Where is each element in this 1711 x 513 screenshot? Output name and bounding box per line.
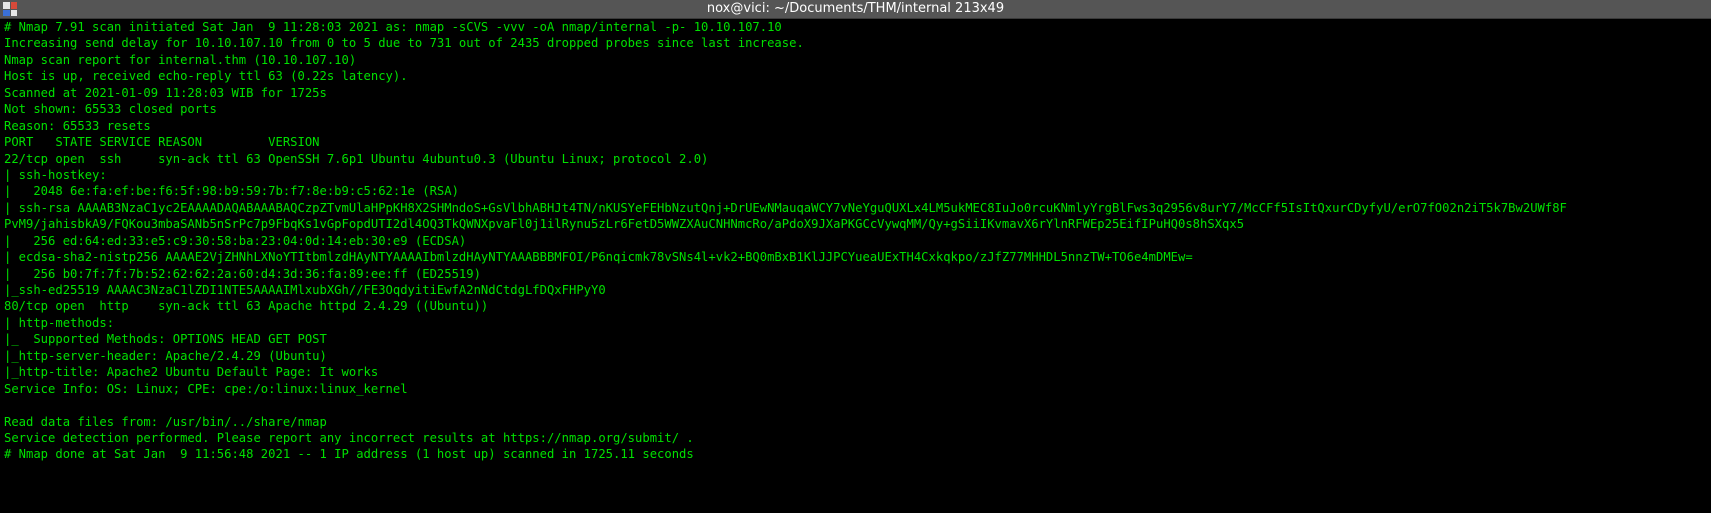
terminal-line: Increasing send delay for 10.10.107.10 f… — [4, 36, 804, 51]
terminal-line: 80/tcp open http syn-ack ttl 63 Apache h… — [4, 299, 489, 314]
terminal-app-icon[interactable] — [3, 2, 17, 16]
terminal-line: PORT STATE SERVICE REASON VERSION — [4, 135, 320, 150]
terminal-line: | 256 b0:7f:7f:7b:52:62:62:2a:60:d4:3d:3… — [4, 266, 481, 281]
terminal-line: Read data files from: /usr/bin/../share/… — [4, 414, 327, 429]
title-bar[interactable]: nox@vici: ~/Documents/THM/internal 213x4… — [0, 0, 1711, 19]
terminal-line: |_ssh-ed25519 AAAAC3NzaC1lZDI1NTE5AAAAIM… — [4, 283, 606, 297]
terminal-line: | ecdsa-sha2-nistp256 AAAAE2VjZHNhLXNoYT… — [4, 250, 1193, 265]
terminal-line: Service detection performed. Please repo… — [4, 430, 694, 445]
terminal-line: Scanned at 2021-01-09 11:28:03 WIB for 1… — [4, 85, 327, 100]
terminal-line: PvM9/jahisbkA9/FQKou3mbaSANb5nSrPc7p9Fbq… — [4, 217, 1245, 232]
terminal-line: | 2048 6e:fa:ef:be:f6:5f:98:b9:59:7b:f7:… — [4, 184, 459, 199]
terminal-line: |_http-server-header: Apache/2.4.29 (Ubu… — [4, 348, 327, 363]
terminal-line: | 256 ed:64:ed:33:e5:c9:30:58:ba:23:04:0… — [4, 233, 467, 248]
terminal-line: Reason: 65533 resets — [4, 118, 151, 133]
terminal-line: | http-methods: — [4, 315, 122, 330]
terminal-line: # Nmap done at Sat Jan 9 11:56:48 2021 -… — [4, 447, 694, 462]
terminal-line: Service Info: OS: Linux; CPE: cpe:/o:lin… — [4, 381, 408, 396]
terminal-line: Nmap scan report for internal.thm (10.10… — [4, 52, 357, 67]
terminal-line: |_ Supported Methods: OPTIONS HEAD GET P… — [4, 332, 327, 347]
terminal-line: # Nmap 7.91 scan initiated Sat Jan 9 11:… — [4, 20, 782, 34]
terminal-line: |_http-title: Apache2 Ubuntu Default Pag… — [4, 365, 379, 380]
terminal-window: nox@vici: ~/Documents/THM/internal 213x4… — [0, 0, 1711, 513]
terminal-output[interactable]: # Nmap 7.91 scan initiated Sat Jan 9 11:… — [0, 19, 1711, 513]
window-title: nox@vici: ~/Documents/THM/internal 213x4… — [706, 1, 1005, 16]
terminal-line: | ssh-hostkey: — [4, 167, 115, 182]
terminal-line: | ssh-rsa AAAAB3NzaC1yc2EAAAADAQABAAABAQ… — [4, 200, 1567, 215]
terminal-line: Host is up, received echo-reply ttl 63 (… — [4, 69, 408, 84]
terminal-line: Not shown: 65533 closed ports — [4, 102, 217, 117]
terminal-line: 22/tcp open ssh syn-ack ttl 63 OpenSSH 7… — [4, 151, 709, 166]
